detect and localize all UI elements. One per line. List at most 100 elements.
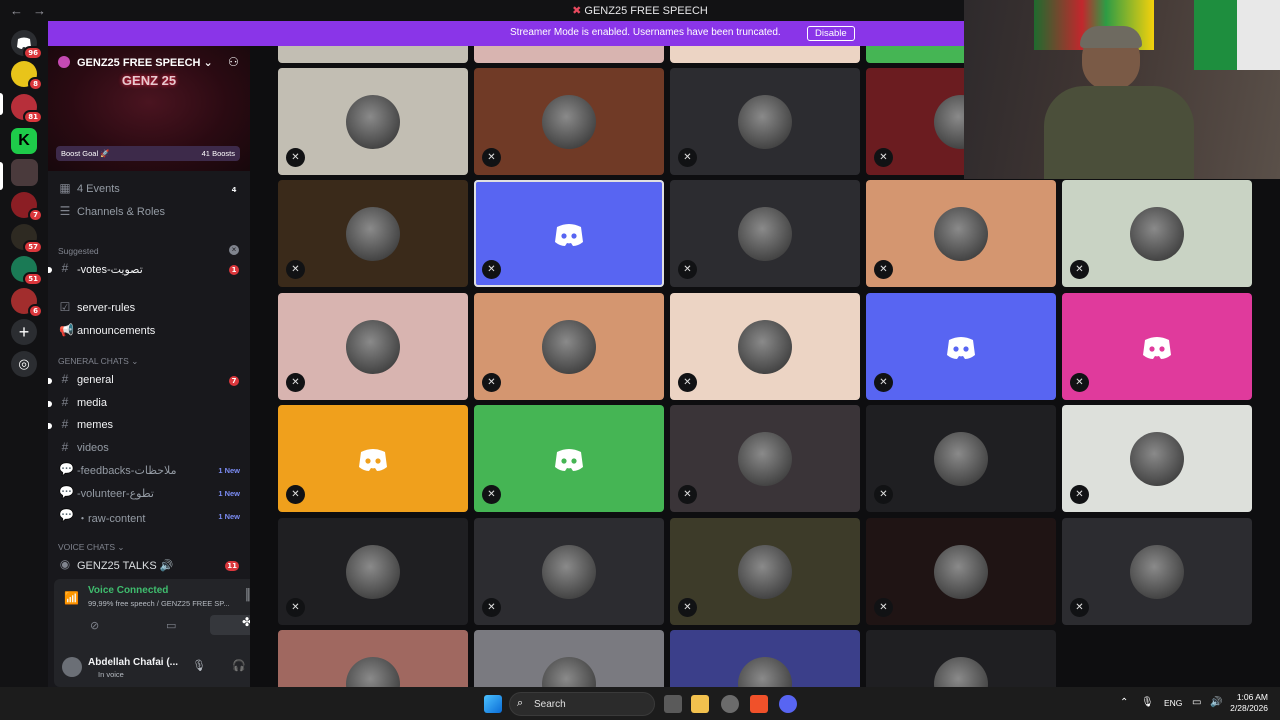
participant-tile[interactable] <box>474 46 664 63</box>
server-icon-1[interactable]: 8 <box>11 61 43 91</box>
channel-media[interactable]: # media <box>48 394 250 414</box>
events-item[interactable]: ▦ 4 Events 4 <box>48 180 250 200</box>
participant-tile[interactable]: ✕ <box>278 68 468 175</box>
add-server-icon[interactable]: + <box>11 319 37 345</box>
channel-raw-content[interactable]: 💬 ・raw-content 1 New <box>48 507 250 527</box>
headphones-icon[interactable]: 🎧 <box>232 659 246 672</box>
language-indicator[interactable]: ENG <box>1164 698 1182 708</box>
participant-tile-default-avatar[interactable]: ✕ <box>866 293 1056 400</box>
suggested-header: Suggested <box>58 246 99 256</box>
participant-avatar <box>1130 207 1184 261</box>
screenshare-icon[interactable]: ▭ <box>166 619 176 632</box>
voice-channel-path[interactable]: 99,99% free speech / GENZ25 FREE SP... <box>88 599 230 608</box>
signal-icon[interactable]: 📶 <box>64 591 79 605</box>
obs-icon[interactable] <box>721 695 739 713</box>
participant-tile[interactable]: ✕ <box>866 180 1056 287</box>
participant-tile[interactable]: ✕ <box>278 293 468 400</box>
invite-people-icon[interactable]: ⚇ <box>228 55 239 69</box>
boost-goal-bar[interactable]: Boost Goal 🚀 41 Boosts <box>56 146 240 161</box>
participant-tile[interactable]: ✕ <box>866 405 1056 512</box>
participant-tile[interactable]: ✕ <box>278 180 468 287</box>
task-view-icon[interactable] <box>664 695 682 713</box>
participant-tile[interactable] <box>474 630 664 687</box>
network-icon[interactable]: ▭ <box>1192 697 1201 708</box>
user-status: In voice <box>98 670 124 679</box>
participant-tile-default-avatar[interactable]: ✕ <box>474 405 664 512</box>
disable-streamer-button[interactable]: Disable <box>807 26 855 41</box>
voice-category[interactable]: VOICE CHATS ⌄ <box>58 542 124 553</box>
channel-general[interactable]: # general 7 <box>48 371 250 391</box>
guild-name[interactable]: GENZ25 FREE SPEECH ⌄ <box>77 56 213 69</box>
server-icon-4[interactable]: 7 <box>11 192 43 222</box>
channel-announcements[interactable]: 📢 announcements <box>48 322 250 342</box>
channel-votes[interactable]: # -votes-تصويت 1 <box>48 260 250 280</box>
channel-memes[interactable]: # memes <box>48 416 250 436</box>
participant-avatar <box>738 657 792 687</box>
participant-tile[interactable]: ✕ <box>670 180 860 287</box>
voice-connected-status[interactable]: Voice Connected <box>88 585 168 596</box>
participant-tile[interactable]: ✕ <box>1062 405 1252 512</box>
participant-tile[interactable] <box>278 46 468 63</box>
participant-tile-default-avatar[interactable]: ✕ <box>1062 293 1252 400</box>
video-off-icon[interactable]: ⊘ <box>90 619 99 632</box>
participant-tile[interactable]: ✕ <box>474 293 664 400</box>
channel-volunteer[interactable]: 💬 -volunteer-تطوع 1 New <box>48 484 250 504</box>
server-icon-7[interactable]: 6 <box>11 288 43 318</box>
taskbar-clock[interactable]: 1:06 AM 2/28/2026 <box>1228 692 1268 714</box>
muted-mic-icon: ✕ <box>1070 260 1089 279</box>
discord-logo-icon <box>934 320 988 374</box>
participant-tile[interactable]: ✕ <box>474 68 664 175</box>
genz25-server-icon[interactable] <box>11 159 38 186</box>
participant-tile[interactable] <box>866 630 1056 687</box>
volume-icon[interactable]: 🔊 <box>1210 697 1222 708</box>
participant-tile-default-avatar[interactable]: ✕ <box>474 180 664 287</box>
participant-tile[interactable]: ✕ <box>866 518 1056 625</box>
close-suggested-icon[interactable]: × <box>229 245 239 255</box>
participant-tile-default-avatar[interactable]: ✕ <box>278 405 468 512</box>
channel-feedbacks[interactable]: 💬 -feedbacks-ملاحظات 1 New <box>48 461 250 481</box>
start-button-icon[interactable] <box>484 695 502 713</box>
server-icon-6[interactable]: 51 <box>11 256 43 286</box>
participant-avatar <box>738 207 792 261</box>
microphone-icon[interactable]: 🎙 <box>192 659 206 672</box>
guild-banner[interactable]: GENZ25 FREE SPEECH ⌄ ⚇ GENZ 25 Boost Goa… <box>48 46 250 171</box>
muted-mic-icon: ✕ <box>678 598 697 617</box>
participant-tile[interactable]: ✕ <box>1062 180 1252 287</box>
participant-avatar <box>542 95 596 149</box>
voice-channel-talks[interactable]: ◉ GENZ25 TALKS 🔊 11 <box>48 556 250 576</box>
tray-mic-icon[interactable]: 🎙 <box>1141 697 1154 708</box>
participant-tile[interactable]: ✕ <box>474 518 664 625</box>
forum-icon: 💬 <box>59 462 74 476</box>
participant-avatar <box>346 320 400 374</box>
kick-server-icon[interactable]: K <box>11 128 37 154</box>
user-avatar[interactable] <box>62 657 82 677</box>
brave-browser-icon[interactable] <box>750 695 768 713</box>
participant-tile[interactable]: ✕ <box>670 293 860 400</box>
discord-taskbar-icon[interactable] <box>779 695 797 713</box>
calendar-icon: ▦ <box>59 181 71 195</box>
taskbar-search[interactable]: ⌕ Search <box>509 692 655 716</box>
participant-tile[interactable] <box>670 46 860 63</box>
server-icon-2[interactable]: 81 <box>11 94 43 124</box>
participant-tile[interactable]: ✕ <box>670 405 860 512</box>
tray-chevron-icon[interactable]: ⌃ <box>1120 697 1128 708</box>
muted-mic-icon: ✕ <box>678 485 697 504</box>
participant-tile[interactable]: ✕ <box>1062 518 1252 625</box>
muted-mic-icon: ✕ <box>482 373 501 392</box>
participant-tile[interactable]: ✕ <box>278 518 468 625</box>
server-icon-5[interactable]: 57 <box>11 224 43 254</box>
discover-compass-icon[interactable]: ◎ <box>11 351 37 377</box>
participant-avatar <box>1130 545 1184 599</box>
file-explorer-icon[interactable] <box>691 695 709 713</box>
discord-home-icon[interactable]: 96 <box>11 30 43 60</box>
participant-tile[interactable] <box>670 630 860 687</box>
participant-tile[interactable]: ✕ <box>670 518 860 625</box>
participant-avatar <box>738 545 792 599</box>
participant-tile[interactable] <box>278 630 468 687</box>
participant-tile[interactable]: ✕ <box>670 68 860 175</box>
user-name[interactable]: Abdellah Chafai (... <box>88 657 178 668</box>
channels-roles-item[interactable]: ☰ Channels & Roles <box>48 203 250 223</box>
channel-server-rules[interactable]: ☑ server-rules <box>48 299 250 319</box>
channel-videos[interactable]: # videos <box>48 439 250 459</box>
general-category[interactable]: GENERAL CHATS ⌄ <box>58 356 138 367</box>
